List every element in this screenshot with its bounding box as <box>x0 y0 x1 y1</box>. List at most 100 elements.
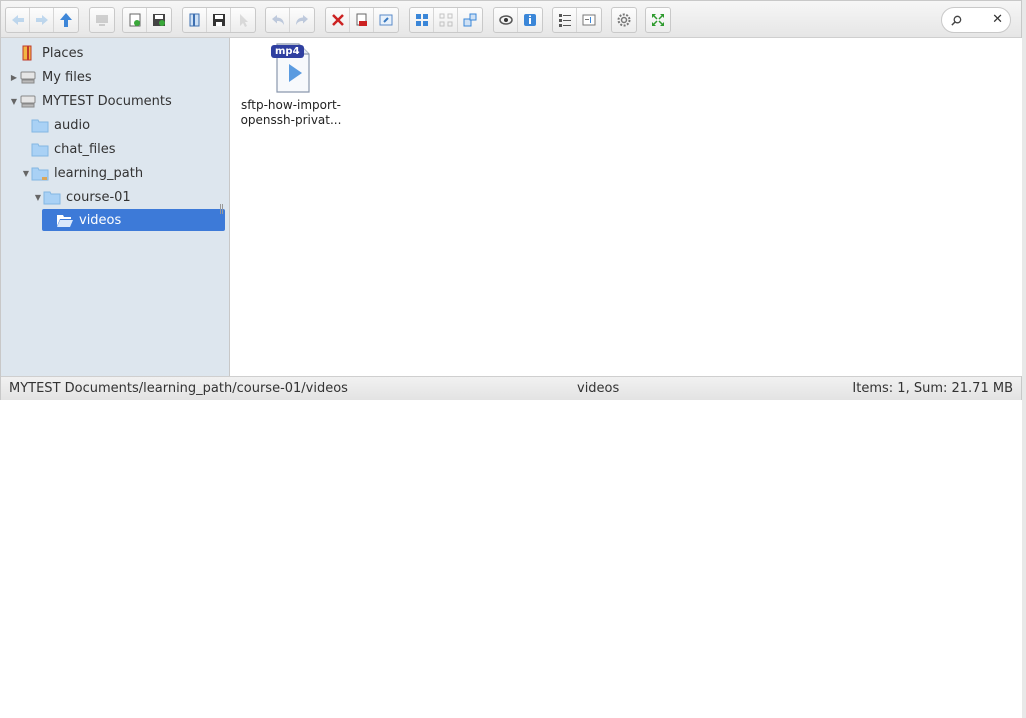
view-tiles-icon <box>463 13 477 27</box>
select-button[interactable] <box>231 8 255 32</box>
folder-open-icon <box>56 212 74 228</box>
redo-icon <box>296 15 308 25</box>
list-icon <box>558 14 571 27</box>
preview-button[interactable] <box>494 8 518 32</box>
fullscreen-button[interactable] <box>646 8 670 32</box>
clear-search-icon[interactable]: ✕ <box>992 12 1003 27</box>
nav-group <box>5 7 79 33</box>
save-button[interactable] <box>147 8 171 32</box>
tree-label: audio <box>54 117 91 133</box>
toolbar: ✕ <box>1 1 1021 38</box>
delete-button[interactable] <box>326 8 350 32</box>
tree-node-places[interactable]: Places <box>9 42 83 64</box>
tree-node-mytest-documents[interactable]: ▼ MYTEST Documents <box>9 90 172 112</box>
undo-icon <box>271 15 284 25</box>
search-box[interactable]: ✕ <box>941 7 1011 33</box>
save-alt-button[interactable] <box>207 8 231 32</box>
file-item[interactable]: mp4 sftp-how-import- openssh-privat... <box>235 42 347 128</box>
copy-icon <box>356 13 367 26</box>
file-manager-window: ✕ Places ▶ My files ▼ MYTEST Documents a… <box>0 0 1022 400</box>
view-small-icon <box>439 13 452 27</box>
rename-icon <box>582 14 596 26</box>
open-icon <box>189 13 199 27</box>
up-icon <box>60 13 72 27</box>
copy-button[interactable] <box>350 8 374 32</box>
status-summary: Items: 1, Sum: 21.71 MB <box>852 381 1013 396</box>
settings-button[interactable] <box>612 8 636 32</box>
fullscreen-icon <box>652 14 664 26</box>
info-button[interactable] <box>374 8 398 32</box>
folder-icon <box>31 117 49 133</box>
expand-arrow-icon[interactable]: ▶ <box>9 73 19 82</box>
places-icon <box>19 45 37 61</box>
collapse-arrow-icon[interactable]: ▼ <box>33 193 43 202</box>
preview-group <box>493 7 543 33</box>
view-tiles-button[interactable] <box>458 8 482 32</box>
drive-icon <box>19 93 37 109</box>
view-large-button[interactable] <box>410 8 434 32</box>
home-button[interactable] <box>90 8 114 32</box>
redo-button[interactable] <box>290 8 314 32</box>
collapse-arrow-icon[interactable]: ▼ <box>9 97 19 106</box>
tree-node-course-01[interactable]: ▼ course-01 <box>33 186 131 208</box>
tree-node-learning-path[interactable]: ▼ learning_path <box>21 162 143 184</box>
resize-handle[interactable] <box>220 204 223 214</box>
details-icon <box>524 14 536 26</box>
delete-icon <box>331 14 344 26</box>
save-icon <box>153 14 165 26</box>
folder-icon <box>31 141 49 157</box>
view-large-icon <box>415 14 428 26</box>
tree-node-chat-files[interactable]: chat_files <box>21 138 116 160</box>
undo-button[interactable] <box>266 8 290 32</box>
folder-icon <box>31 165 49 181</box>
view-small-button[interactable] <box>434 8 458 32</box>
back-button[interactable] <box>6 8 30 32</box>
select-icon <box>240 14 248 27</box>
tree-label: course-01 <box>66 189 131 205</box>
fullscreen-group <box>645 7 671 33</box>
settings-group <box>611 7 637 33</box>
edit-group <box>325 7 399 33</box>
folder-icon <box>43 189 61 205</box>
forward-button[interactable] <box>30 8 54 32</box>
tree-label: chat_files <box>54 141 116 157</box>
home-group <box>89 7 115 33</box>
home-icon <box>96 15 108 26</box>
open-group <box>182 7 256 33</box>
tree-label: videos <box>79 212 122 228</box>
reload-icon <box>129 13 140 27</box>
tree-label: Places <box>42 45 84 61</box>
tree-label: MYTEST Documents <box>42 93 172 109</box>
search-icon <box>951 15 962 26</box>
video-file-icon: mp4 <box>267 42 315 94</box>
open-button[interactable] <box>183 8 207 32</box>
view-group <box>409 7 483 33</box>
save-alt-icon <box>212 14 225 26</box>
page-scrollbar[interactable] <box>1022 0 1026 718</box>
tree-label: learning_path <box>54 165 144 181</box>
tree-node-my-files[interactable]: ▶ My files <box>9 66 92 88</box>
settings-icon <box>617 13 631 27</box>
folder-tree: Places ▶ My files ▼ MYTEST Documents aud… <box>1 38 230 376</box>
status-bar: MYTEST Documents/learning_path/course-01… <box>1 376 1021 400</box>
list-button[interactable] <box>553 8 577 32</box>
preview-icon <box>498 15 513 25</box>
reload-save-group <box>122 7 172 33</box>
tree-node-videos[interactable]: videos <box>42 209 225 231</box>
file-name: sftp-how-import- openssh-privat... <box>240 98 342 127</box>
undo-group <box>265 7 315 33</box>
reload-button[interactable] <box>123 8 147 32</box>
details-button[interactable] <box>518 8 542 32</box>
rename-button[interactable] <box>577 8 601 32</box>
drive-icon <box>19 69 37 85</box>
file-list: mp4 sftp-how-import- openssh-privat... <box>231 38 1022 376</box>
back-icon <box>11 15 24 25</box>
tree-node-audio[interactable]: audio <box>21 114 90 136</box>
up-button[interactable] <box>54 8 78 32</box>
list-group <box>552 7 602 33</box>
status-path: MYTEST Documents/learning_path/course-01… <box>9 381 348 396</box>
tree-label: My files <box>42 69 92 85</box>
info-icon <box>379 14 393 26</box>
collapse-arrow-icon[interactable]: ▼ <box>21 169 31 178</box>
search-input[interactable] <box>964 11 994 29</box>
